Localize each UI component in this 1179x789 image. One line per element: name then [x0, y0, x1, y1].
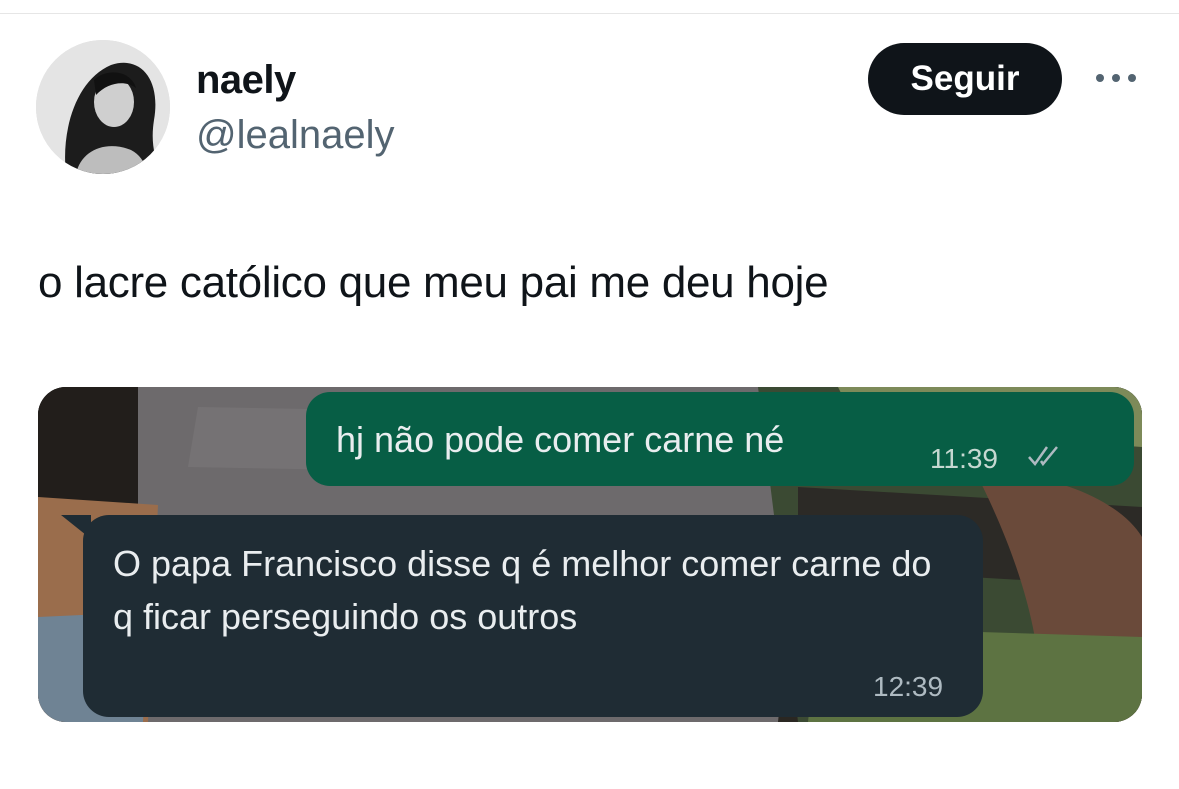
incoming-message-text: O papa Francisco disse q é melhor comer …: [113, 543, 932, 637]
outgoing-message-time: 11:39: [930, 443, 998, 474]
incoming-message-time: 12:39: [873, 671, 944, 702]
more-options-icon[interactable]: [1092, 62, 1140, 94]
outgoing-message-bubble: hj não pode comer carne né 11:39: [306, 392, 1134, 486]
outgoing-message-text: hj não pode comer carne né: [336, 419, 785, 460]
bubble-tail-icon: [61, 515, 91, 539]
avatar[interactable]: [36, 40, 170, 174]
tweet-media-image[interactable]: hj não pode comer carne né 11:39 O papa …: [38, 387, 1142, 722]
display-name[interactable]: naely: [196, 58, 296, 103]
tweet-text: o lacre católico que meu pai me deu hoje: [38, 258, 829, 307]
double-check-icon: [1027, 444, 1063, 473]
incoming-message-bubble: O papa Francisco disse q é melhor comer …: [61, 515, 983, 717]
user-handle[interactable]: @lealnaely: [196, 113, 395, 158]
follow-button[interactable]: Seguir: [868, 43, 1062, 115]
top-divider: [0, 13, 1179, 14]
